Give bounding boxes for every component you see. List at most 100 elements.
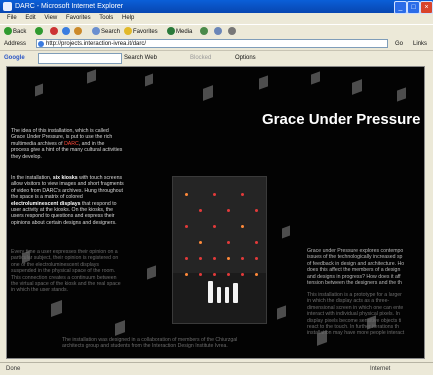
stop-button[interactable] [50, 25, 59, 39]
led-dot [241, 273, 244, 276]
floating-pixel [277, 305, 286, 320]
led-dot [241, 193, 244, 196]
status-text: Done [6, 366, 21, 372]
refresh-icon [62, 27, 70, 36]
opinion-paragraph: Every time a user expresses their opinio… [11, 249, 121, 294]
back-button[interactable]: Back [4, 25, 26, 39]
led-dot [227, 241, 230, 244]
floating-pixel [35, 83, 43, 97]
search-button[interactable]: Search [92, 25, 120, 39]
home-button[interactable] [74, 25, 83, 39]
page-content: Grace Under Pressure The idea of this in… [6, 66, 425, 359]
google-toolbar: Google Search Web Blocked Options [0, 50, 433, 65]
browser-window: DARC - Microsoft Internet Explorer _ □ ×… [0, 0, 433, 375]
menu-help[interactable]: Help [122, 15, 134, 21]
media-icon [167, 27, 175, 36]
led-dot [227, 257, 230, 260]
led-dot [213, 225, 216, 228]
search-web-button[interactable]: Search Web [124, 51, 157, 65]
led-dot [185, 225, 188, 228]
led-dot [199, 273, 202, 276]
kiosk-figure [233, 283, 238, 303]
menu-tools[interactable]: Tools [99, 15, 113, 21]
menu-view[interactable]: View [44, 15, 57, 21]
address-bar: Address http://projects.interaction-ivre… [0, 38, 433, 50]
standard-toolbar: Back Search Favorites Media [0, 24, 433, 39]
options-button[interactable]: Options [235, 51, 256, 65]
led-dot [227, 273, 230, 276]
search-icon [92, 27, 100, 36]
floating-pixel [115, 320, 125, 336]
favorites-button[interactable]: Favorites [124, 25, 158, 39]
led-dot [255, 241, 258, 244]
links-button[interactable]: Links [413, 38, 427, 50]
menu-edit[interactable]: Edit [25, 15, 35, 21]
led-dot [199, 257, 202, 260]
floating-pixel [203, 85, 213, 101]
led-dot [255, 257, 258, 260]
menu-file[interactable]: File [7, 15, 17, 21]
go-button[interactable]: Go [395, 38, 403, 50]
led-dot [241, 257, 244, 260]
ie-logo-icon [3, 2, 12, 11]
title-bar: DARC - Microsoft Internet Explorer _ □ × [0, 0, 433, 14]
right-paragraph: Grace under Pressure explores contempo i… [307, 248, 405, 287]
google-logo: Google [4, 55, 25, 61]
history-icon [200, 27, 208, 36]
mail-button[interactable] [214, 25, 223, 39]
security-zone: Internet [370, 366, 391, 372]
floating-pixel [87, 69, 96, 84]
status-bar: Done Internet [0, 362, 433, 376]
floating-pixel [145, 73, 153, 87]
address-label: Address [4, 41, 27, 47]
floating-pixel [282, 225, 290, 239]
page-title: Grace Under Pressure [262, 111, 421, 128]
menu-favorites[interactable]: Favorites [66, 15, 91, 21]
home-icon [74, 27, 82, 36]
floating-pixel [397, 87, 406, 102]
media-button[interactable]: Media [167, 25, 192, 39]
print-button[interactable] [228, 25, 237, 39]
kiosk-figure [217, 287, 221, 303]
kiosk-figure [208, 281, 213, 303]
google-search-input[interactable] [38, 53, 122, 64]
intro-paragraph: The idea of this installation, which is … [11, 128, 123, 160]
floating-pixel [311, 71, 320, 85]
credit-text: The installation was designed in a colla… [62, 337, 238, 350]
menu-bar: File Edit View Favorites Tools Help [0, 13, 433, 24]
history-button[interactable] [200, 25, 209, 39]
led-dot [185, 193, 188, 196]
kiosk-figure [225, 287, 229, 303]
back-arrow-icon [4, 27, 12, 36]
led-dot [213, 273, 216, 276]
forward-button[interactable] [35, 25, 44, 39]
page-icon [38, 41, 44, 47]
forward-arrow-icon [35, 27, 43, 36]
kiosk-paragraph: In the installation, six kiosks with tou… [11, 175, 124, 226]
right-paragraph-2: This installation is a prototype for a l… [307, 292, 405, 337]
mail-icon [214, 27, 222, 36]
led-dot [199, 209, 202, 212]
floating-pixel [352, 79, 362, 95]
address-url: http://projects.interaction-ivrea.it/dar… [46, 41, 147, 47]
led-dot [185, 273, 188, 276]
address-field[interactable]: http://projects.interaction-ivrea.it/dar… [36, 39, 388, 48]
led-dot [213, 257, 216, 260]
window-title: DARC - Microsoft Internet Explorer [15, 3, 124, 10]
star-icon [124, 27, 132, 36]
led-dot [227, 209, 230, 212]
led-dot [255, 209, 258, 212]
led-dot [213, 193, 216, 196]
installation-render [172, 176, 267, 324]
print-icon [228, 27, 236, 36]
darc-link[interactable]: DARC [64, 141, 79, 147]
floating-pixel [259, 75, 268, 90]
led-dot [185, 257, 188, 260]
popup-blocked-label[interactable]: Blocked [190, 51, 211, 65]
led-dot [255, 273, 258, 276]
floating-pixel [51, 299, 62, 318]
led-dot [241, 225, 244, 228]
refresh-button[interactable] [62, 25, 71, 39]
led-dot [199, 241, 202, 244]
stop-icon [50, 27, 58, 36]
